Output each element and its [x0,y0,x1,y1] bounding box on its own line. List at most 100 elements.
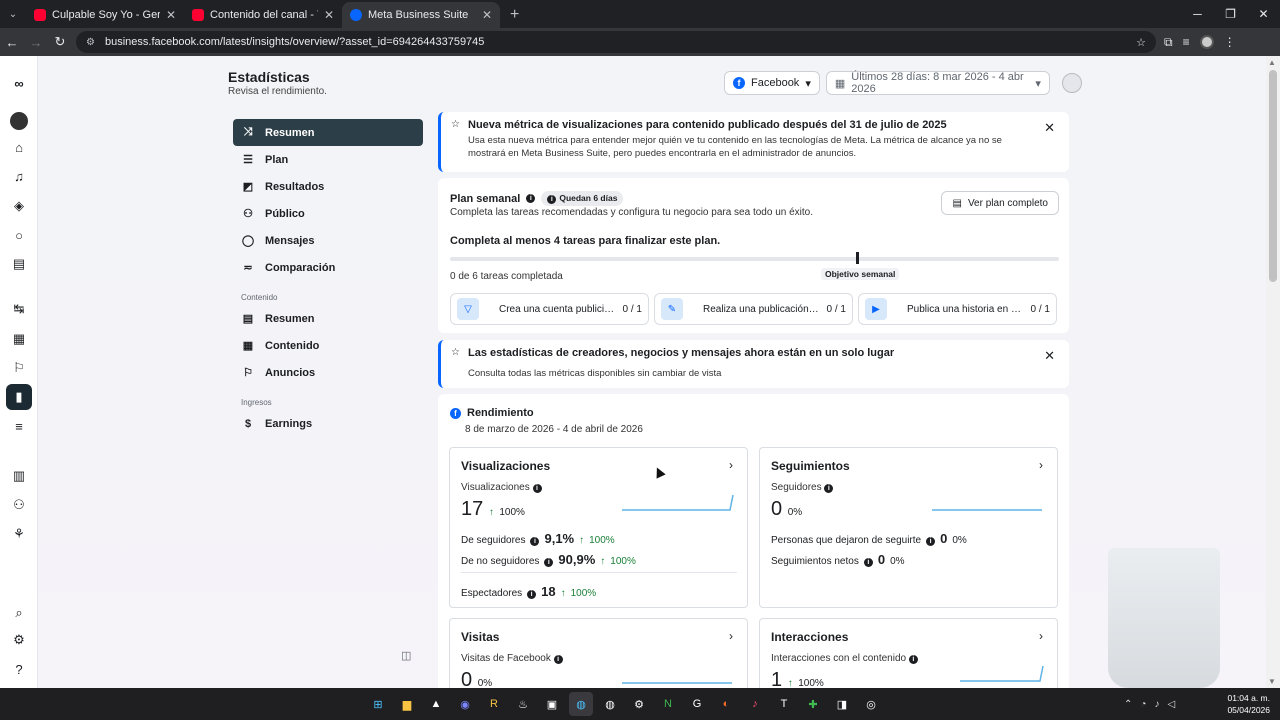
chrome-icon[interactable]: ◍ [598,692,622,716]
all-tools-icon[interactable]: ≡ [6,413,32,439]
scrollbar-thumb[interactable] [1269,70,1277,282]
scroll-down-icon[interactable]: ▼ [1268,677,1276,686]
calendar-icon: ▦ [834,77,846,90]
extensions-icon[interactable]: ⧉ [1164,35,1173,50]
discord-icon[interactable]: ◉ [453,692,477,716]
search-icon[interactable]: ⌕ [6,600,32,626]
people-icon[interactable]: ⚇ [6,492,32,518]
browser-tab[interactable]: Culpable Soy Yo - Gera MX (Vid ✕ [26,2,184,28]
app-icon[interactable]: ▣ [540,692,564,716]
page-scrollbar[interactable]: ▲ ▼ [1266,56,1280,688]
system-clock[interactable]: 01:04 a. m. 05/04/2026 [1227,692,1270,716]
posts-icon[interactable]: ▤ [6,251,32,277]
menu-icon[interactable]: ⋮ [1224,35,1236,49]
reload-icon[interactable]: ↻ [48,28,72,56]
chrome-icon[interactable]: ◍ [569,692,593,716]
app-icon[interactable]: R [482,692,506,716]
tab-search-button[interactable]: ⌄ [0,0,26,28]
platform-dropdown[interactable]: f Facebook ▾ [724,71,820,95]
interactions-card[interactable]: Interacciones › Interacciones con el con… [759,618,1058,688]
bookmark-star-icon[interactable]: ☆ [1136,36,1146,49]
meta-logo-icon[interactable]: ∞ [6,70,32,96]
address-bar[interactable]: ⚙ business.facebook.com/latest/insights/… [76,31,1156,53]
star-icon: ☆ [451,119,460,130]
app-icon[interactable]: G [685,692,709,716]
chat-icon[interactable]: ○ [6,222,32,248]
profile-avatar[interactable] [1199,35,1214,49]
nav-item-earnings[interactable]: $ Earnings [233,410,423,437]
browser-tab-active[interactable]: Meta Business Suite ✕ [342,2,500,28]
nav-item-resultados[interactable]: ◩ Resultados [233,173,423,200]
nav-item-anuncios[interactable]: ⚐ Anuncios [233,359,423,386]
close-tab-icon[interactable]: ✕ [482,8,492,22]
view-full-plan-button[interactable]: ▤ Ver plan completo [941,191,1059,215]
insights-icon[interactable]: ▮ [6,384,32,410]
close-icon[interactable]: ✕ [1044,120,1055,136]
tiktok-icon[interactable]: ♪ [743,692,767,716]
app-icon[interactable]: ◎ [859,692,883,716]
app-tray-icon[interactable]: ◔ [1140,699,1146,710]
date-range-dropdown[interactable]: ▦ Últimos 28 días: 8 mar 2026 - 4 abr 20… [825,71,1050,95]
browser-tab[interactable]: Contenido del canal - YouTube ✕ [184,2,342,28]
chevron-up-icon[interactable]: ⌃ [1124,699,1132,710]
app-icon[interactable]: T [772,692,796,716]
help-icon[interactable]: ? [6,656,32,682]
views-card[interactable]: Visualizaciones › Visualizaciones i 17 ↑… [449,447,748,608]
info-icon: i [527,590,537,599]
info-icon: i [908,655,918,664]
home-icon[interactable]: ⌂ [6,134,32,160]
app-icon[interactable]: ◨ [830,692,854,716]
visits-card[interactable]: Visitas › Visitas de Facebook i 0 0% [449,618,748,688]
back-icon[interactable]: ← [0,28,24,56]
nav-item-mensajes[interactable]: ◯ Mensajes [233,227,423,254]
task-publish-story[interactable]: ▶ Publica una historia en Faceb... 0 / 1 [858,293,1057,325]
account-avatar[interactable] [1061,73,1082,93]
media-icon[interactable]: ≡ [1183,35,1190,49]
restore-icon[interactable]: ❐ [1214,0,1247,28]
close-tab-icon[interactable]: ✕ [324,8,334,22]
accounts-icon[interactable]: ⚘ [6,521,32,547]
pages-icon[interactable]: ▥ [6,463,32,489]
start-icon[interactable]: ⊞ [366,692,390,716]
insights-nav: ⤨ Resumen ☰ Plan ◩ Resultados ⚇ Público … [233,119,423,437]
chevron-right-icon[interactable]: › [729,629,733,643]
file-explorer-icon[interactable]: ▆ [395,692,419,716]
site-info-icon[interactable]: ⚙ [86,37,95,48]
mic-icon[interactable]: ♪ [1154,699,1159,710]
compass-icon[interactable]: ◈ [6,193,32,219]
nav-item-resumen[interactable]: ⤨ Resumen [233,119,423,146]
gear-icon[interactable]: ⚙ [6,627,32,653]
task-create-ad-account[interactable]: ▽ Crea una cuenta publicitaria 0 / 1 [450,293,649,325]
chevron-right-icon[interactable]: › [1039,629,1043,643]
nav-item-comparacion[interactable]: ≂ Comparación [233,254,423,281]
chevron-right-icon[interactable]: › [729,458,733,472]
close-icon[interactable]: ✕ [1044,348,1055,364]
follows-card[interactable]: Seguimientos › Seguidores i 0 0% Persona… [759,447,1058,608]
forward-icon[interactable]: → [24,28,48,56]
nav-item-contenido[interactable]: ▦ Contenido [233,332,423,359]
volume-icon[interactable]: ◁ [1167,699,1175,710]
nav-item-publico[interactable]: ⚇ Público [233,200,423,227]
steam-icon[interactable]: ♨ [511,692,535,716]
app-icon[interactable]: ◐ [714,692,738,716]
calendar-icon[interactable]: ▦ [6,326,32,352]
app-icon[interactable]: ▲ [424,692,448,716]
close-tab-icon[interactable]: ✕ [166,8,176,22]
new-tab-button[interactable]: + [500,2,529,28]
nav-item-plan[interactable]: ☰ Plan [233,146,423,173]
ads-icon[interactable]: ⚐ [6,355,32,381]
app-icon[interactable]: ⚙ [627,692,651,716]
close-window-icon[interactable]: ✕ [1247,0,1280,28]
app-icon[interactable]: N [656,692,680,716]
scroll-up-icon[interactable]: ▲ [1268,58,1276,67]
app-icon[interactable]: ✚ [801,692,825,716]
bell-icon[interactable]: ♫ [6,163,32,189]
collapse-sidebar-icon[interactable]: ◫ [401,649,411,662]
task-publish-post[interactable]: ✎ Realiza una publicación en Fa... 0 / 1 [654,293,853,325]
nav-item-content-resumen[interactable]: ▤ Resumen [233,305,423,332]
page-avatar[interactable] [6,108,32,134]
minimize-icon[interactable]: ─ [1181,0,1214,28]
chevron-right-icon[interactable]: › [1039,458,1043,472]
tasks-icon[interactable]: ↹ [6,296,32,322]
info-icon[interactable]: i [526,194,536,203]
